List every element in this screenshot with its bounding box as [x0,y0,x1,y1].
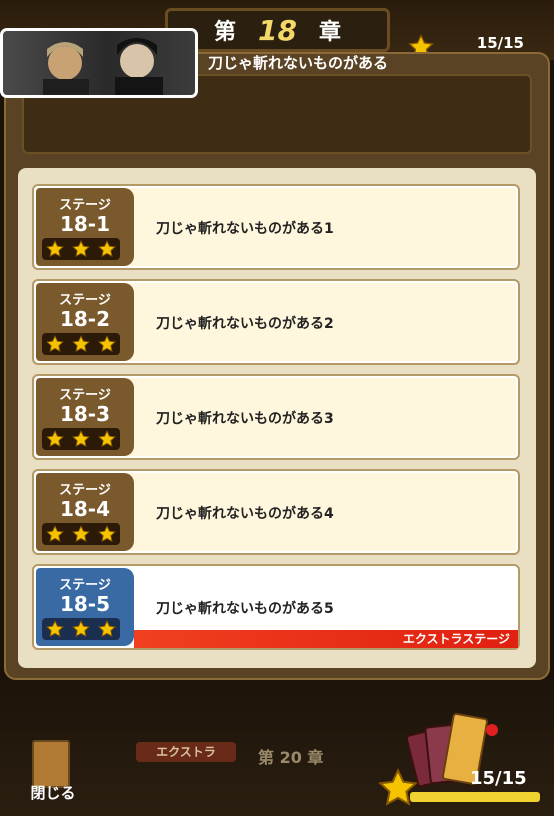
stage-name: 刀じゃ斬れないものがある1 [156,221,334,237]
stage-number: 18-5 [59,592,111,616]
stage-label: ステージ [59,198,111,213]
star-icon [46,430,64,448]
stage-name: 刀じゃ斬れないものがある3 [156,411,334,427]
stage-select-panel: ステージ 18-1 刀じゃ斬れないものがある1 ステージ 18-2 刀じゃ斬れな… [4,52,550,680]
stage-badge: ステージ 18-2 [36,283,134,361]
stage-row-18-3[interactable]: ステージ 18-3 刀じゃ斬れないものがある3 [32,374,520,460]
close-label: 閉じる [30,784,76,802]
chapter-header: 第 18 章 [165,8,390,52]
stage-stars [42,333,120,355]
close-button[interactable]: 閉じる [18,738,88,804]
stage-badge: ステージ 18-4 [36,473,134,551]
star-icon [72,525,90,543]
star-icon [72,240,90,258]
bottom-star-count: 15/15 [470,768,527,789]
star-icon [72,620,90,638]
chapter-prefix: 第 [214,20,237,45]
star-count: 15/15 [476,34,524,52]
stage-row-18-5[interactable]: ステージ 18-5 刀じゃ斬れないものがある5 エクストラステージ [32,564,520,650]
stage-number: 18-1 [59,212,111,236]
next-chapter-label: 第 20 章 [258,748,324,767]
star-icon [98,620,116,638]
chapter-title: 刀じゃ斬れないものがある [208,54,389,72]
stage-number: 18-4 [59,497,111,521]
stage-row-18-1[interactable]: ステージ 18-1 刀じゃ斬れないものがある1 [32,184,520,270]
extra-stage-strip: エクストラステージ [134,630,518,648]
stage-badge: ステージ 18-1 [36,188,134,266]
stage-list: ステージ 18-1 刀じゃ斬れないものがある1 ステージ 18-2 刀じゃ斬れな… [18,168,536,668]
bottom-star-progress-bar [410,792,540,802]
door-icon [32,740,70,788]
star-icon [98,335,116,353]
star-icon [98,430,116,448]
stage-badge: ステージ 18-3 [36,378,134,456]
stage-name: 刀じゃ斬れないものがある4 [156,506,334,522]
stage-stars [42,238,120,260]
stage-label: ステージ [59,293,111,308]
stage-name: 刀じゃ斬れないものがある2 [156,316,334,332]
stage-badge-extra: ステージ 18-5 [36,568,134,646]
stage-name: 刀じゃ斬れないものがある5 [156,601,334,617]
star-icon [72,430,90,448]
stage-stars [42,428,120,450]
stage-row-18-2[interactable]: ステージ 18-2 刀じゃ斬れないものがある2 [32,279,520,365]
extra-tab[interactable]: エクストラ [136,742,236,762]
stage-number: 18-2 [59,307,111,331]
chapter-number: 18 [258,13,297,47]
stage-stars [42,618,120,640]
stage-row-18-4[interactable]: ステージ 18-4 刀じゃ斬れないものがある4 [32,469,520,555]
stage-number: 18-3 [59,402,111,426]
extra-stage-label: エクストラステージ [402,632,510,646]
stage-label: ステージ [59,483,111,498]
star-icon [46,240,64,258]
stage-label: ステージ [59,578,111,593]
star-icon [46,620,64,638]
star-icon [46,335,64,353]
stage-label: ステージ [59,388,111,403]
star-icon [72,335,90,353]
star-icon [378,768,418,808]
chapter-portrait-image [0,28,198,98]
star-icon [98,240,116,258]
stage-stars [42,523,120,545]
star-icon [98,525,116,543]
character-portrait [43,38,163,95]
star-icon [46,525,64,543]
chapter-suffix: 章 [318,20,341,45]
